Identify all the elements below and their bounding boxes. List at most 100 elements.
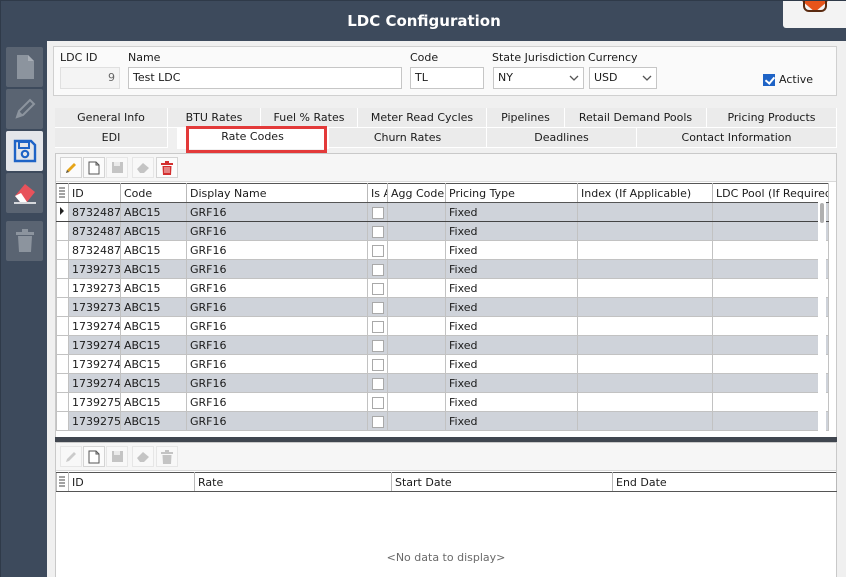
cell-id[interactable]: 87324875 — [68, 221, 121, 241]
tab-churn-rates[interactable]: Churn Rates — [329, 128, 487, 148]
table-row[interactable]: 17392734ABC15GRF16 Fixed — [56, 278, 829, 298]
tab-contact-information[interactable]: Contact Information — [637, 128, 837, 148]
cell-ldc-pool[interactable] — [712, 392, 829, 412]
column-header-agg-code[interactable]: Agg Code — [387, 183, 446, 203]
tab-meter-read-cycles[interactable]: Meter Read Cycles — [358, 108, 487, 128]
cell-agg-code[interactable] — [387, 278, 446, 298]
tab-btu-rates[interactable]: BTU Rates — [168, 108, 261, 128]
cell-id[interactable]: 17392746 — [68, 335, 121, 355]
edit-button[interactable] — [6, 89, 43, 129]
cell-agg-code[interactable] — [387, 221, 446, 241]
column-header-index[interactable]: Index (If Applicable) — [577, 183, 713, 203]
edit-rate-button[interactable] — [60, 446, 82, 467]
delete-button[interactable] — [6, 221, 43, 261]
cell-ldc-pool[interactable] — [712, 240, 829, 260]
cell-is-a-checkbox[interactable] — [367, 202, 388, 222]
cell-index[interactable] — [577, 221, 713, 241]
state-jurisdiction-select[interactable]: NY — [493, 67, 584, 89]
cell-display-name[interactable]: GRF16 — [186, 278, 368, 298]
tab-fuel-rates[interactable]: Fuel % Rates — [261, 108, 358, 128]
cell-agg-code[interactable] — [387, 373, 446, 393]
cell-id[interactable]: 17392735 — [68, 297, 121, 317]
cell-agg-code[interactable] — [387, 240, 446, 260]
cell-agg-code[interactable] — [387, 411, 446, 431]
cell-index[interactable] — [577, 335, 713, 355]
table-row[interactable]: 87324876ABC15GRF16 Fixed — [56, 240, 829, 260]
table-row[interactable]: 87324874ABC15GRF16 Fixed — [56, 202, 829, 222]
cell-pricing-type[interactable]: Fixed — [445, 278, 578, 298]
cell-display-name[interactable]: GRF16 — [186, 354, 368, 374]
delete-rate-code-button[interactable] — [156, 157, 178, 178]
column-header-id[interactable]: ID — [68, 183, 121, 203]
cell-is-a-checkbox[interactable] — [367, 297, 388, 317]
table-row[interactable]: 17392735ABC15GRF16 Fixed — [56, 297, 829, 317]
column-header-display-name[interactable]: Display Name — [186, 183, 368, 203]
table-row[interactable]: 17392745ABC15GRF16 Fixed — [56, 316, 829, 336]
delete-rate-button[interactable] — [156, 446, 178, 467]
clear-rate-button[interactable] — [132, 446, 154, 467]
cell-is-a-checkbox[interactable] — [367, 354, 388, 374]
cell-pricing-type[interactable]: Fixed — [445, 373, 578, 393]
cell-ldc-pool[interactable] — [712, 259, 829, 279]
cell-is-a-checkbox[interactable] — [367, 221, 388, 241]
cell-index[interactable] — [577, 202, 713, 222]
cell-id[interactable]: 17392734 — [68, 278, 121, 298]
save-rate-button[interactable] — [106, 446, 128, 467]
cell-ldc-pool[interactable] — [712, 335, 829, 355]
cell-index[interactable] — [577, 297, 713, 317]
cell-code[interactable]: ABC15 — [120, 221, 187, 241]
cell-display-name[interactable]: GRF16 — [186, 297, 368, 317]
scrollbar-thumb[interactable] — [820, 203, 824, 223]
cell-index[interactable] — [577, 316, 713, 336]
cell-code[interactable]: ABC15 — [120, 392, 187, 412]
cell-code[interactable]: ABC15 — [120, 316, 187, 336]
cell-code[interactable]: ABC15 — [120, 373, 187, 393]
cell-id[interactable]: 87324876 — [68, 240, 121, 260]
cell-code[interactable]: ABC15 — [120, 354, 187, 374]
code-field[interactable]: TL — [410, 67, 484, 89]
cell-agg-code[interactable] — [387, 316, 446, 336]
clear-rate-code-button[interactable] — [132, 157, 154, 178]
cell-agg-code[interactable] — [387, 392, 446, 412]
table-row[interactable]: 17392747ABC15GRF16 Fixed — [56, 354, 829, 374]
tab-pipelines[interactable]: Pipelines — [487, 108, 565, 128]
column-header-code[interactable]: Code — [120, 183, 187, 203]
column-header-is-a[interactable]: Is A — [367, 183, 388, 203]
cell-id[interactable]: 17392745 — [68, 316, 121, 336]
cell-id[interactable]: 17392751 — [68, 411, 121, 431]
cell-display-name[interactable]: GRF16 — [186, 316, 368, 336]
cell-code[interactable]: ABC15 — [120, 240, 187, 260]
column-header-id[interactable]: ID — [68, 472, 195, 492]
cell-pricing-type[interactable]: Fixed — [445, 259, 578, 279]
cell-display-name[interactable]: GRF16 — [186, 411, 368, 431]
cell-code[interactable]: ABC15 — [120, 297, 187, 317]
cell-code[interactable]: ABC15 — [120, 259, 187, 279]
cell-id[interactable]: 17392750 — [68, 392, 121, 412]
cell-is-a-checkbox[interactable] — [367, 335, 388, 355]
cell-ldc-pool[interactable] — [712, 278, 829, 298]
cell-agg-code[interactable] — [387, 354, 446, 374]
cell-ldc-pool[interactable] — [712, 373, 829, 393]
cell-index[interactable] — [577, 373, 713, 393]
cell-agg-code[interactable] — [387, 297, 446, 317]
cell-pricing-type[interactable]: Fixed — [445, 411, 578, 431]
cell-index[interactable] — [577, 411, 713, 431]
new-rate-code-button[interactable] — [83, 157, 105, 178]
new-rate-button[interactable] — [83, 446, 105, 467]
cell-pricing-type[interactable]: Fixed — [445, 202, 578, 222]
edit-rate-code-button[interactable] — [60, 157, 82, 178]
column-header-rate[interactable]: Rate — [194, 472, 392, 492]
cell-display-name[interactable]: GRF16 — [186, 335, 368, 355]
name-field[interactable]: Test LDC — [128, 67, 402, 89]
cell-is-a-checkbox[interactable] — [367, 392, 388, 412]
cell-display-name[interactable]: GRF16 — [186, 221, 368, 241]
cell-ldc-pool[interactable] — [712, 354, 829, 374]
tab-retail-demand-pools[interactable]: Retail Demand Pools — [565, 108, 707, 128]
cell-agg-code[interactable] — [387, 259, 446, 279]
cell-ldc-pool[interactable] — [712, 411, 829, 431]
cell-pricing-type[interactable]: Fixed — [445, 221, 578, 241]
cell-is-a-checkbox[interactable] — [367, 411, 388, 431]
cell-id[interactable]: 17392732 — [68, 259, 121, 279]
table-row[interactable]: 87324875ABC15GRF16 Fixed — [56, 221, 829, 241]
cell-index[interactable] — [577, 240, 713, 260]
